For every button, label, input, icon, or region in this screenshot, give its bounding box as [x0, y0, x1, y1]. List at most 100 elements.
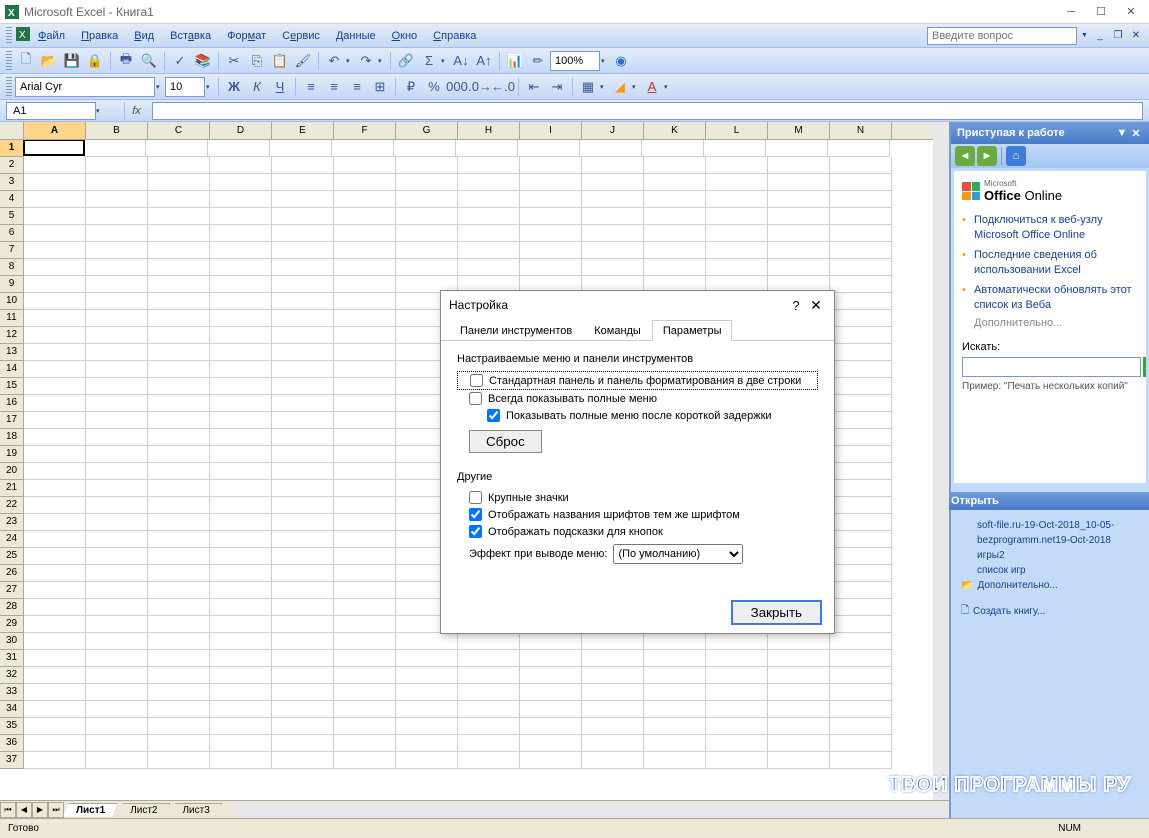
autosum-dropdown-icon[interactable]: ▾ [441, 57, 449, 65]
cell-F30[interactable] [334, 633, 396, 650]
cell-A7[interactable] [24, 242, 86, 259]
cell-E25[interactable] [272, 548, 334, 565]
cell-I1[interactable] [518, 140, 580, 157]
cell-D18[interactable] [210, 429, 272, 446]
cell-G32[interactable] [396, 667, 458, 684]
cell-E23[interactable] [272, 514, 334, 531]
cell-B5[interactable] [86, 208, 148, 225]
cell-C32[interactable] [148, 667, 210, 684]
cell-B9[interactable] [86, 276, 148, 293]
cell-M31[interactable] [768, 650, 830, 667]
cell-J34[interactable] [582, 701, 644, 718]
cell-C19[interactable] [148, 446, 210, 463]
cell-F29[interactable] [334, 616, 396, 633]
menu-insert[interactable]: Вставка [162, 27, 219, 45]
cell-E37[interactable] [272, 752, 334, 769]
cell-G34[interactable] [396, 701, 458, 718]
cell-E9[interactable] [272, 276, 334, 293]
cell-C37[interactable] [148, 752, 210, 769]
row-header-14[interactable]: 14 [0, 361, 24, 378]
cell-L6[interactable] [706, 225, 768, 242]
cell-D19[interactable] [210, 446, 272, 463]
cell-B4[interactable] [86, 191, 148, 208]
cell-F26[interactable] [334, 565, 396, 582]
cell-D36[interactable] [210, 735, 272, 752]
cell-C27[interactable] [148, 582, 210, 599]
cell-D11[interactable] [210, 310, 272, 327]
cell-F12[interactable] [334, 327, 396, 344]
row-header-25[interactable]: 25 [0, 548, 24, 565]
font-size-dropdown-icon[interactable]: ▾ [206, 83, 214, 91]
font-name-dropdown-icon[interactable]: ▾ [156, 83, 164, 91]
cell-F23[interactable] [334, 514, 396, 531]
cell-I33[interactable] [520, 684, 582, 701]
cell-A24[interactable] [24, 531, 86, 548]
cell-L35[interactable] [706, 718, 768, 735]
column-header-B[interactable]: B [86, 122, 148, 139]
cell-E20[interactable] [272, 463, 334, 480]
cell-A16[interactable] [24, 395, 86, 412]
copy-icon[interactable]: ⎘ [246, 50, 268, 72]
tab-toolbars[interactable]: Панели инструментов [449, 320, 583, 341]
cell-B35[interactable] [86, 718, 148, 735]
cell-B24[interactable] [86, 531, 148, 548]
row-header-1[interactable]: 1 [0, 140, 24, 157]
cell-H31[interactable] [458, 650, 520, 667]
cell-C18[interactable] [148, 429, 210, 446]
cell-N33[interactable] [830, 684, 892, 701]
effect-select[interactable]: (По умолчанию) [613, 544, 743, 564]
cell-A9[interactable] [24, 276, 86, 293]
column-header-H[interactable]: H [458, 122, 520, 139]
font-color-icon[interactable]: A [641, 76, 663, 98]
cell-D6[interactable] [210, 225, 272, 242]
cell-B3[interactable] [86, 174, 148, 191]
menu-format[interactable]: Формат [219, 27, 274, 45]
cell-F36[interactable] [334, 735, 396, 752]
cell-D13[interactable] [210, 344, 272, 361]
cell-E36[interactable] [272, 735, 334, 752]
cell-J37[interactable] [582, 752, 644, 769]
new-icon[interactable]: 🗋 [15, 50, 37, 72]
print-icon[interactable]: 🖶 [115, 50, 137, 72]
cell-E29[interactable] [272, 616, 334, 633]
cell-B1[interactable] [84, 140, 146, 157]
cell-N9[interactable] [830, 276, 892, 293]
cell-H34[interactable] [458, 701, 520, 718]
cell-N15[interactable] [830, 378, 892, 395]
cell-J1[interactable] [580, 140, 642, 157]
align-left-icon[interactable]: ≡ [300, 76, 322, 98]
cell-B36[interactable] [86, 735, 148, 752]
cell-B17[interactable] [86, 412, 148, 429]
cell-L37[interactable] [706, 752, 768, 769]
row-header-30[interactable]: 30 [0, 633, 24, 650]
cell-D23[interactable] [210, 514, 272, 531]
namebox-dropdown-icon[interactable]: ▾ [96, 107, 104, 115]
cell-L31[interactable] [706, 650, 768, 667]
cell-M35[interactable] [768, 718, 830, 735]
taskpane-link-2[interactable]: Автоматически обновлять этот список из В… [962, 281, 1138, 316]
cell-M34[interactable] [768, 701, 830, 718]
redo-dropdown-icon[interactable]: ▾ [378, 57, 386, 65]
chk-full-menus[interactable]: Всегда показывать полные меню [457, 390, 818, 407]
cell-L3[interactable] [706, 174, 768, 191]
cell-C31[interactable] [148, 650, 210, 667]
cell-E28[interactable] [272, 599, 334, 616]
help-icon[interactable]: ◉ [610, 50, 632, 72]
cell-C26[interactable] [148, 565, 210, 582]
cell-E17[interactable] [272, 412, 334, 429]
cell-E18[interactable] [272, 429, 334, 446]
cell-G4[interactable] [396, 191, 458, 208]
cell-C4[interactable] [148, 191, 210, 208]
font-size-combo[interactable]: 10 [165, 77, 205, 97]
dialog-help-icon[interactable]: ? [786, 298, 806, 313]
cell-F25[interactable] [334, 548, 396, 565]
row-header-10[interactable]: 10 [0, 293, 24, 310]
cell-K35[interactable] [644, 718, 706, 735]
grip-icon[interactable] [6, 51, 12, 71]
cell-E14[interactable] [272, 361, 334, 378]
cell-A28[interactable] [24, 599, 86, 616]
taskpane-dropdown-icon[interactable]: ▼ [1115, 127, 1129, 139]
cell-N1[interactable] [828, 140, 890, 157]
cell-J30[interactable] [582, 633, 644, 650]
cell-M33[interactable] [768, 684, 830, 701]
